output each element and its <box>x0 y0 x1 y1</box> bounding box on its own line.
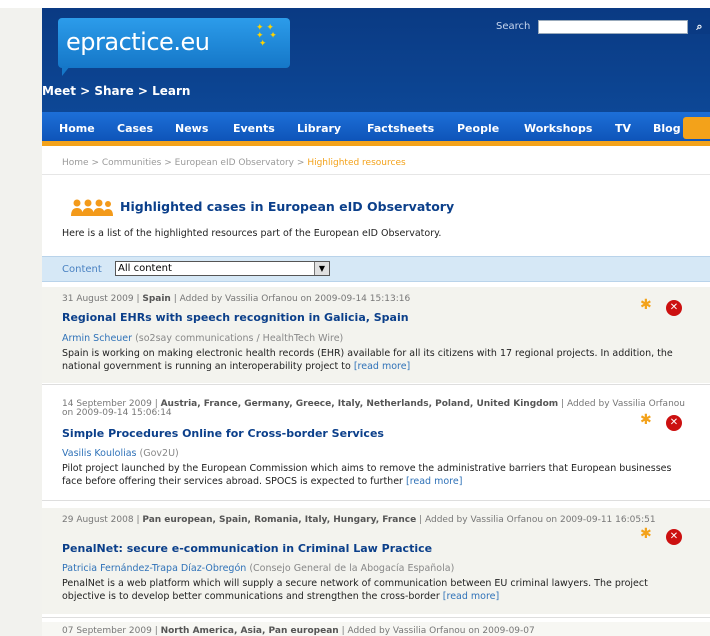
list-item: 31 August 2009 | Spain | Added by Vassil… <box>42 287 710 383</box>
item-countries: Pan european, Spain, Romania, Italy, Hun… <box>142 515 417 525</box>
nav-factsheets[interactable]: Factsheets <box>367 122 434 135</box>
item-title[interactable]: PenalNet: secure e-communication in Crim… <box>62 542 432 555</box>
nav-people[interactable]: People <box>457 122 499 135</box>
nav-tv[interactable]: TV <box>615 122 631 135</box>
item-meta: 07 September 2009 | North America, Asia,… <box>62 626 535 636</box>
chevron-down-icon[interactable]: ▼ <box>314 262 329 275</box>
page-intro: Here is a list of the highlighted resour… <box>62 228 442 239</box>
item-org: (Gov2U) <box>139 448 179 459</box>
search-label: Search <box>496 21 531 32</box>
nav-library[interactable]: Library <box>297 122 341 135</box>
logo-suffix: .eu <box>173 28 210 56</box>
read-more-link[interactable]: [read more] <box>354 361 410 372</box>
nav-home[interactable]: Home <box>59 122 95 135</box>
filter-label: Content <box>62 264 102 275</box>
item-title[interactable]: Regional EHRs with speech recognition in… <box>62 311 409 324</box>
search-button[interactable]: ⌕ <box>689 20 710 34</box>
content-select[interactable]: All content <box>115 261 330 276</box>
item-org: (so2say communications / HealthTech Wire… <box>135 333 344 344</box>
item-date: 29 August 2008 <box>62 515 134 525</box>
item-added: | Added by Vassilia Orfanou on 2009-09-1… <box>419 515 656 525</box>
item-countries: Austria, France, Germany, Greece, Italy,… <box>160 399 559 409</box>
breadcrumb-separator: > <box>164 158 172 168</box>
item-meta: 29 August 2008 | Pan european, Spain, Ro… <box>62 515 656 525</box>
delete-icon[interactable]: ✕ <box>666 415 682 431</box>
breadcrumb-separator: > <box>91 158 99 168</box>
search-icon: ⌕ <box>696 20 703 33</box>
item-author: Patricia Fernández-Trapa Díaz-Obregón (C… <box>62 563 454 574</box>
breadcrumb-observatory[interactable]: European eID Observatory <box>175 158 294 168</box>
site-tagline: Meet > Share > Learn <box>42 84 191 98</box>
nav-events[interactable]: Events <box>233 122 275 135</box>
divider <box>42 384 710 385</box>
item-date: 31 August 2009 <box>62 294 134 304</box>
item-meta: 31 August 2009 | Spain | Added by Vassil… <box>62 294 411 304</box>
read-more-link[interactable]: [read more] <box>406 476 462 487</box>
highlight-star-icon[interactable]: ✱ <box>640 297 652 313</box>
item-description: PenalNet is a web platform which will su… <box>62 577 694 603</box>
item-author-name[interactable]: Patricia Fernández-Trapa Díaz-Obregón <box>62 563 246 574</box>
left-margin <box>0 8 42 636</box>
list-item: 07 September 2009 | North America, Asia,… <box>42 622 710 636</box>
item-countries: Spain <box>142 294 171 304</box>
nav-news[interactable]: News <box>175 122 208 135</box>
item-desc-text: PenalNet is a web platform which will su… <box>62 578 648 602</box>
item-desc-text: Pilot project launched by the European C… <box>62 463 672 487</box>
eu-stars-icon: ✦ ✦ ✦ ✦ ✦ <box>256 23 277 49</box>
item-added: | Added by Vassilia Orfanou on 2009-09-1… <box>173 294 411 304</box>
item-added: | Added by Vassilia Orfanou on 2009-09-0… <box>341 626 535 636</box>
search-input[interactable] <box>538 20 688 34</box>
divider <box>42 174 710 175</box>
breadcrumb-current: Highlighted resources <box>307 158 406 168</box>
list-item: 29 August 2008 | Pan european, Spain, Ro… <box>42 508 710 614</box>
item-date: 07 September 2009 <box>62 626 152 636</box>
item-meta: 14 September 2009 | Austria, France, Ger… <box>62 399 685 418</box>
divider <box>42 617 710 618</box>
highlight-star-icon[interactable]: ✱ <box>640 412 652 428</box>
item-description: Spain is working on making electronic he… <box>62 347 694 373</box>
read-more-link[interactable]: [read more] <box>443 591 499 602</box>
nav-cases[interactable]: Cases <box>117 122 153 135</box>
community-people-icon <box>71 199 113 216</box>
nav-blog[interactable]: Blog <box>653 122 681 135</box>
item-author-name[interactable]: Vasilis Koulolias <box>62 448 137 459</box>
item-author: Vasilis Koulolias (Gov2U) <box>62 448 179 459</box>
item-org: (Consejo General de la Abogacía Española… <box>249 563 455 574</box>
divider <box>42 500 710 501</box>
list-item: 14 September 2009 | Austria, France, Ger… <box>42 392 710 498</box>
logo-main: epractice <box>66 28 174 56</box>
breadcrumb-separator: > <box>296 158 305 168</box>
page-title: Highlighted cases in European eID Observ… <box>120 199 455 214</box>
nav-workshops[interactable]: Workshops <box>524 122 592 135</box>
nav-more-tab[interactable] <box>683 117 710 139</box>
breadcrumb: Home > Communities > European eID Observ… <box>62 158 406 168</box>
delete-icon[interactable]: ✕ <box>666 529 682 545</box>
item-author-name[interactable]: Armin Scheuer <box>62 333 132 344</box>
breadcrumb-communities[interactable]: Communities <box>102 158 162 168</box>
highlight-star-icon[interactable]: ✱ <box>640 526 652 542</box>
item-countries: North America, Asia, Pan european <box>160 626 339 636</box>
item-description: Pilot project launched by the European C… <box>62 462 694 488</box>
delete-icon[interactable]: ✕ <box>666 300 682 316</box>
item-author: Armin Scheuer (so2say communications / H… <box>62 333 343 344</box>
main-nav: Home Cases News Events Library Factsheet… <box>42 112 710 146</box>
logo-speech-tail <box>62 66 70 76</box>
breadcrumb-home[interactable]: Home <box>62 158 89 168</box>
logo-text[interactable]: epractice.eu <box>66 28 210 56</box>
item-title[interactable]: Simple Procedures Online for Cross-borde… <box>62 427 384 440</box>
